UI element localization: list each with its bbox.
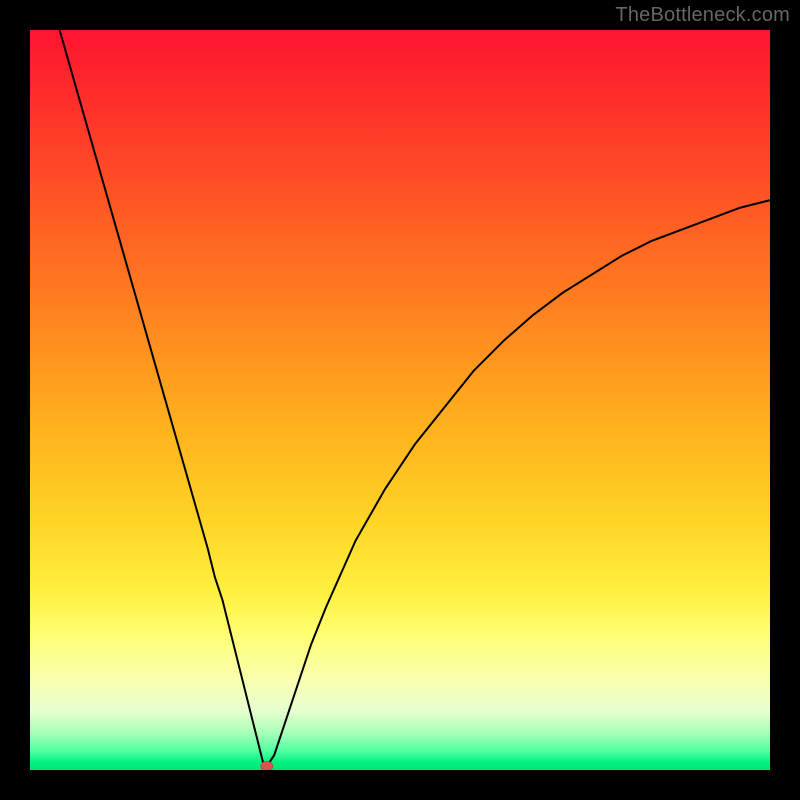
plot-area (30, 30, 770, 770)
chart-frame: TheBottleneck.com (0, 0, 800, 800)
plot-svg (30, 30, 770, 770)
attribution-text: TheBottleneck.com (615, 4, 790, 27)
bottleneck-curve (60, 30, 770, 766)
minimum-marker (261, 761, 273, 770)
